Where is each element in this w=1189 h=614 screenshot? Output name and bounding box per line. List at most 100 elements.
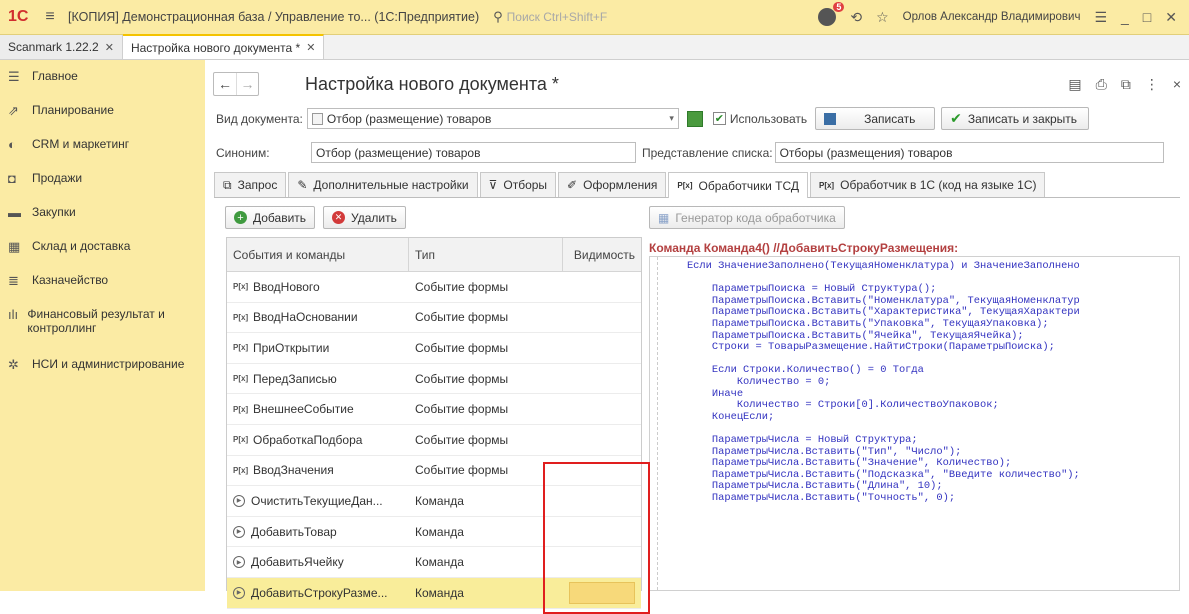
tab-label: Обработчик в 1С (код на языке 1С) [840, 178, 1037, 192]
visibility-cell[interactable] [563, 394, 641, 424]
table-row[interactable]: P[x] ОбработкаПодбора Событие формы [227, 425, 641, 456]
visibility-cell[interactable] [563, 303, 641, 333]
table-row[interactable]: P[x] ПередЗаписью Событие формы [227, 364, 641, 395]
visibility-cell[interactable] [563, 272, 641, 302]
tab-additional-settings[interactable]: ✎ Дополнительные настройки [288, 172, 478, 197]
hamburger-menu-icon[interactable]: ≡ [38, 8, 62, 26]
generator-icon: ▦ [658, 210, 670, 225]
minimize-icon[interactable]: _ [1121, 9, 1129, 25]
event-name: ВнешнееСобытие [253, 402, 354, 417]
save-close-button[interactable]: ✔ Записать и закрыть [941, 107, 1090, 130]
nav-buttons: ← → [213, 72, 259, 96]
preview-icon[interactable]: ⧉ [1121, 76, 1131, 93]
wrench-icon: ✎ [297, 178, 308, 192]
event-name: ДобавитьЯчейку [251, 555, 344, 570]
table-row[interactable]: P[x] ПриОткрытии Событие формы [227, 333, 641, 364]
doc-type-select[interactable]: Отбор (размещение) товаров ▾ [306, 108, 679, 129]
back-arrow-icon[interactable]: ← [214, 73, 236, 95]
event-name-cell: P[x] ВнешнееСобытие [227, 394, 409, 424]
chart-icon: ⇗ [8, 103, 19, 118]
save-button[interactable]: Записать [815, 107, 936, 130]
column-header-events[interactable]: События и команды [227, 238, 409, 271]
app-logo: 1С [8, 8, 29, 25]
close-tab-icon[interactable]: ✕ [105, 41, 114, 54]
save-document-icon[interactable]: ▤ [1068, 76, 1081, 93]
close-form-icon[interactable]: × [1173, 76, 1181, 93]
sidebar-item-main[interactable]: ☰ Главное [0, 60, 205, 94]
event-name-cell: P[x] ПриОткрытии [227, 333, 409, 363]
table-header: События и команды Тип Видимость [227, 238, 641, 272]
doc-tab-settings[interactable]: Настройка нового документа * ✕ [122, 34, 325, 59]
maximize-icon[interactable]: □ [1143, 9, 1151, 25]
doc-tab-scanmark[interactable]: Scanmark 1.22.2 ✕ [0, 35, 123, 59]
settings-menu-icon[interactable]: ☰ [1094, 9, 1107, 26]
code-generator-button[interactable]: ▦ Генератор кода обработчика [649, 206, 845, 229]
event-type-cell: Команда [415, 493, 464, 508]
doc-type-label: Вид документа: [216, 111, 303, 126]
form-header-actions: ▤ ⎙ ⧉ ⋮ × [1068, 76, 1181, 93]
sidebar-item-admin[interactable]: ✲ НСИ и администрирование [0, 348, 205, 398]
sidebar-item-crm[interactable]: ◐ CRM и маркетинг [0, 128, 205, 162]
event-handler-icon: P[x] [233, 374, 249, 384]
code-editor[interactable]: Если ЗначениеЗаполнено(ТекущаяНоменклату… [649, 256, 1180, 591]
visibility-cell[interactable] [563, 425, 641, 455]
tab-appearance[interactable]: ✐ Оформления [558, 172, 667, 197]
tab-query[interactable]: ⧉ Запрос [214, 172, 287, 197]
visibility-cell[interactable] [563, 333, 641, 363]
table-row[interactable]: P[x] ВводНаОсновании Событие формы [227, 303, 641, 334]
table-row[interactable]: P[x] ВводНового Событие формы [227, 272, 641, 303]
print-icon[interactable]: ⎙ [1096, 76, 1107, 93]
document-tabs: Scanmark 1.22.2 ✕ Настройка нового докум… [0, 34, 1189, 60]
table-row[interactable]: P[x] ВнешнееСобытие Событие формы [227, 394, 641, 425]
settings-tabs: ⧉ Запрос ✎ Дополнительные настройки ⊽ Отбор… [214, 172, 1180, 198]
query-icon: ⧉ [223, 177, 232, 192]
tab-1c-handler[interactable]: P[x] Обработчик в 1С (код на языке 1С) [809, 172, 1046, 197]
more-actions-icon[interactable]: ⋮ [1145, 76, 1159, 93]
column-header-visibility[interactable]: Видимость [563, 238, 641, 271]
sidebar-item-planning[interactable]: ⇗ Планирование [0, 94, 205, 128]
event-name: ПриОткрытии [253, 340, 330, 355]
sidebar-item-purchases[interactable]: ▬ Закупки [0, 196, 205, 230]
list-repr-input[interactable]: Отборы (размещения) товаров [774, 142, 1164, 163]
sidebar-item-warehouse[interactable]: ▦ Склад и доставка [0, 230, 205, 264]
warehouse-icon: ▦ [8, 239, 21, 254]
command-play-icon: ▶ [233, 494, 245, 507]
add-button[interactable]: + Добавить [225, 206, 316, 229]
visibility-cell[interactable] [563, 364, 641, 394]
delete-button[interactable]: ✕ Удалить [323, 206, 406, 229]
tab-tsd-handlers[interactable]: P[x] Обработчики ТСД [668, 172, 808, 198]
code-text[interactable]: Если ЗначениеЗаполнено(ТекущаяНоменклату… [650, 260, 1179, 504]
command-play-icon: ▶ [233, 556, 245, 569]
highlight-box [543, 462, 650, 614]
use-checkbox[interactable]: ✔ [712, 112, 726, 125]
delete-button-label: Удалить [351, 210, 397, 225]
synonym-row: Синоним: Отбор (размещение) товаров Пред… [216, 142, 1164, 163]
coins-icon: ≣ [8, 273, 19, 288]
forward-arrow-icon[interactable]: → [236, 73, 258, 95]
sidebar-item-label: Финансовый результат и контроллинг [27, 307, 165, 335]
global-search-input[interactable]: ⚲ Поиск Ctrl+Shift+F [489, 6, 679, 28]
column-header-type[interactable]: Тип [409, 238, 563, 271]
code-generator-label: Генератор кода обработчика [675, 210, 836, 225]
event-type-cell: Событие формы [415, 371, 509, 386]
close-window-icon[interactable]: ✕ [1165, 9, 1177, 26]
event-name: ВводЗначения [253, 463, 334, 478]
command-play-icon: ▶ [233, 586, 245, 599]
notifications-icon[interactable]: 5 [818, 2, 845, 26]
form-title: Настройка нового документа * [305, 73, 559, 94]
events-toolbar: + Добавить ✕ Удалить [225, 206, 406, 229]
dropdown-arrow-icon[interactable]: ▾ [669, 113, 674, 124]
current-user[interactable]: Орлов Александр Владимирович [903, 11, 1081, 23]
history-icon[interactable]: ⟲ [850, 9, 862, 26]
sidebar-item-finance[interactable]: ılı Финансовый результат и контроллинг [0, 298, 205, 348]
event-handler-icon: P[x] [233, 435, 249, 445]
green-doc-icon[interactable] [686, 110, 703, 127]
synonym-input[interactable]: Отбор (размещение) товаров [311, 142, 636, 163]
sidebar-item-treasury[interactable]: ≣ Казначейство [0, 264, 205, 298]
favorites-star-icon[interactable]: ☆ [876, 9, 889, 26]
command-play-icon: ▶ [233, 525, 245, 538]
close-tab-icon[interactable]: ✕ [306, 41, 315, 54]
tab-filters[interactable]: ⊽ Отборы [479, 172, 557, 197]
event-type-cell: Событие формы [415, 432, 509, 447]
sidebar-item-sales[interactable]: ◘ Продажи [0, 162, 205, 196]
